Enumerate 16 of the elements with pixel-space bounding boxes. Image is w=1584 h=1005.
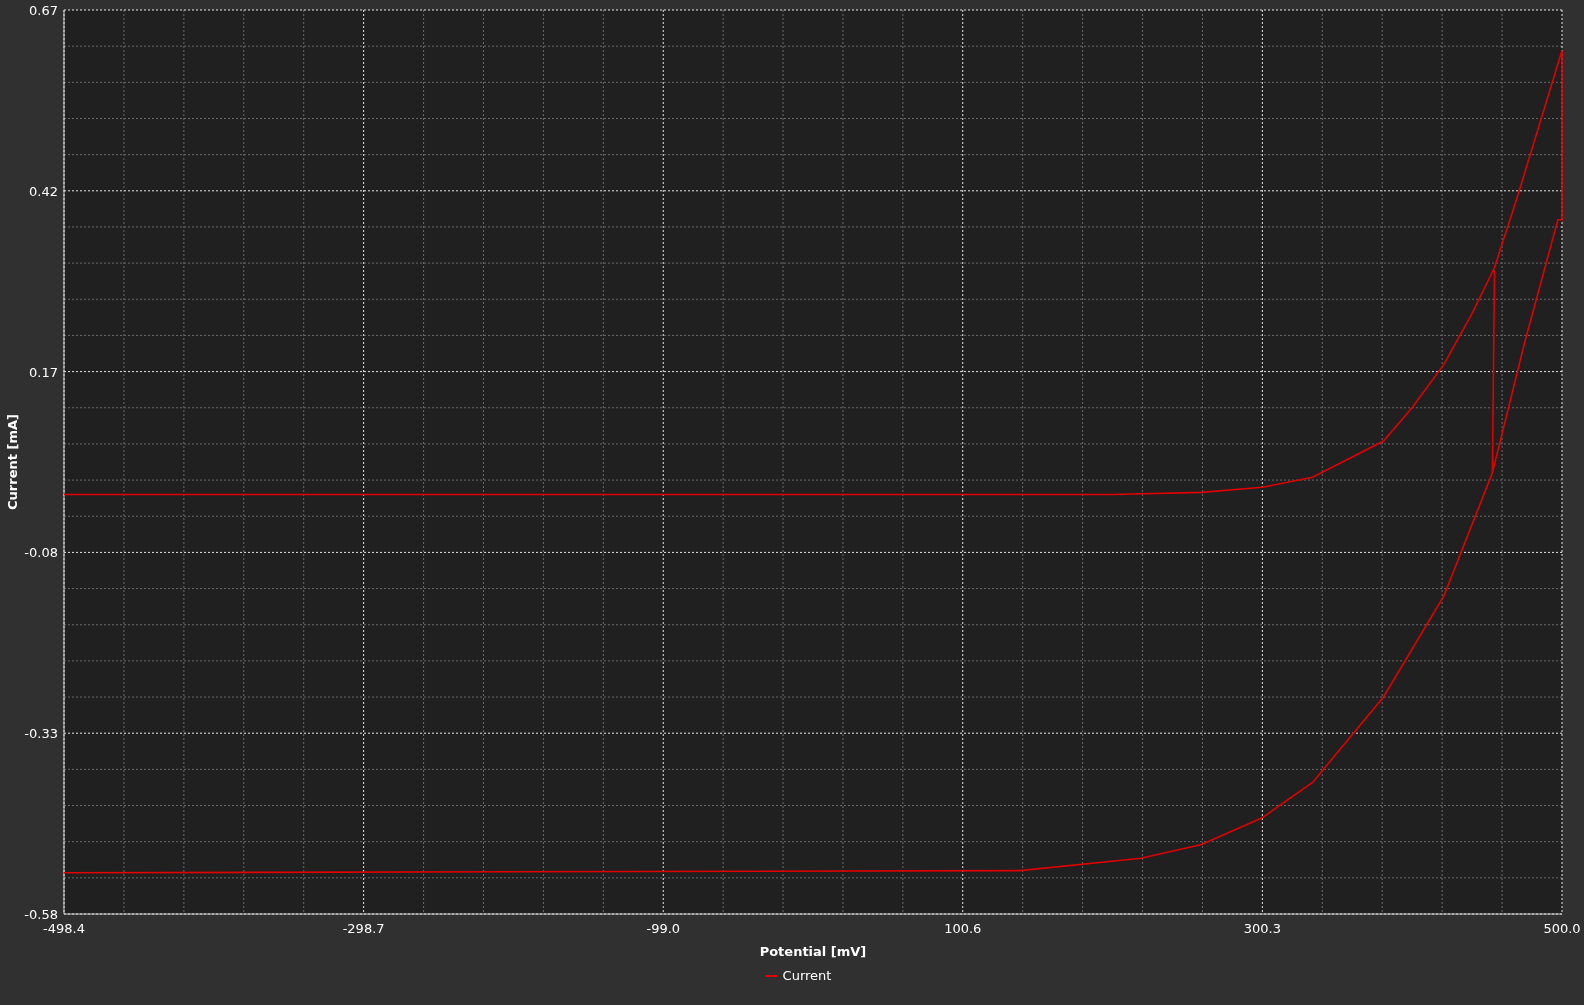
- y-tick-label: 0.17: [29, 364, 58, 380]
- x-tick-label: -498.4: [43, 921, 85, 936]
- x-axis-title: Potential [mV]: [759, 944, 867, 959]
- y-tick-label: 0.42: [29, 183, 58, 199]
- legend-label: Current: [782, 967, 832, 985]
- x-tick-label: 300.3: [1243, 921, 1281, 936]
- legend-line-icon: [764, 974, 777, 977]
- y-tick-label: -0.33: [24, 726, 58, 742]
- x-tick-label: 100.6: [944, 921, 982, 936]
- y-tick-label: -0.58: [24, 907, 58, 922]
- y-tick-label: -0.08: [24, 545, 58, 561]
- y-tick-label: 0.67: [29, 3, 58, 18]
- x-tick-label: -298.7: [342, 921, 385, 936]
- y-axis-title: Current [mA]: [5, 414, 20, 510]
- x-tick-label: -99.0: [646, 921, 681, 936]
- x-tick-label: 500.0: [1543, 921, 1581, 936]
